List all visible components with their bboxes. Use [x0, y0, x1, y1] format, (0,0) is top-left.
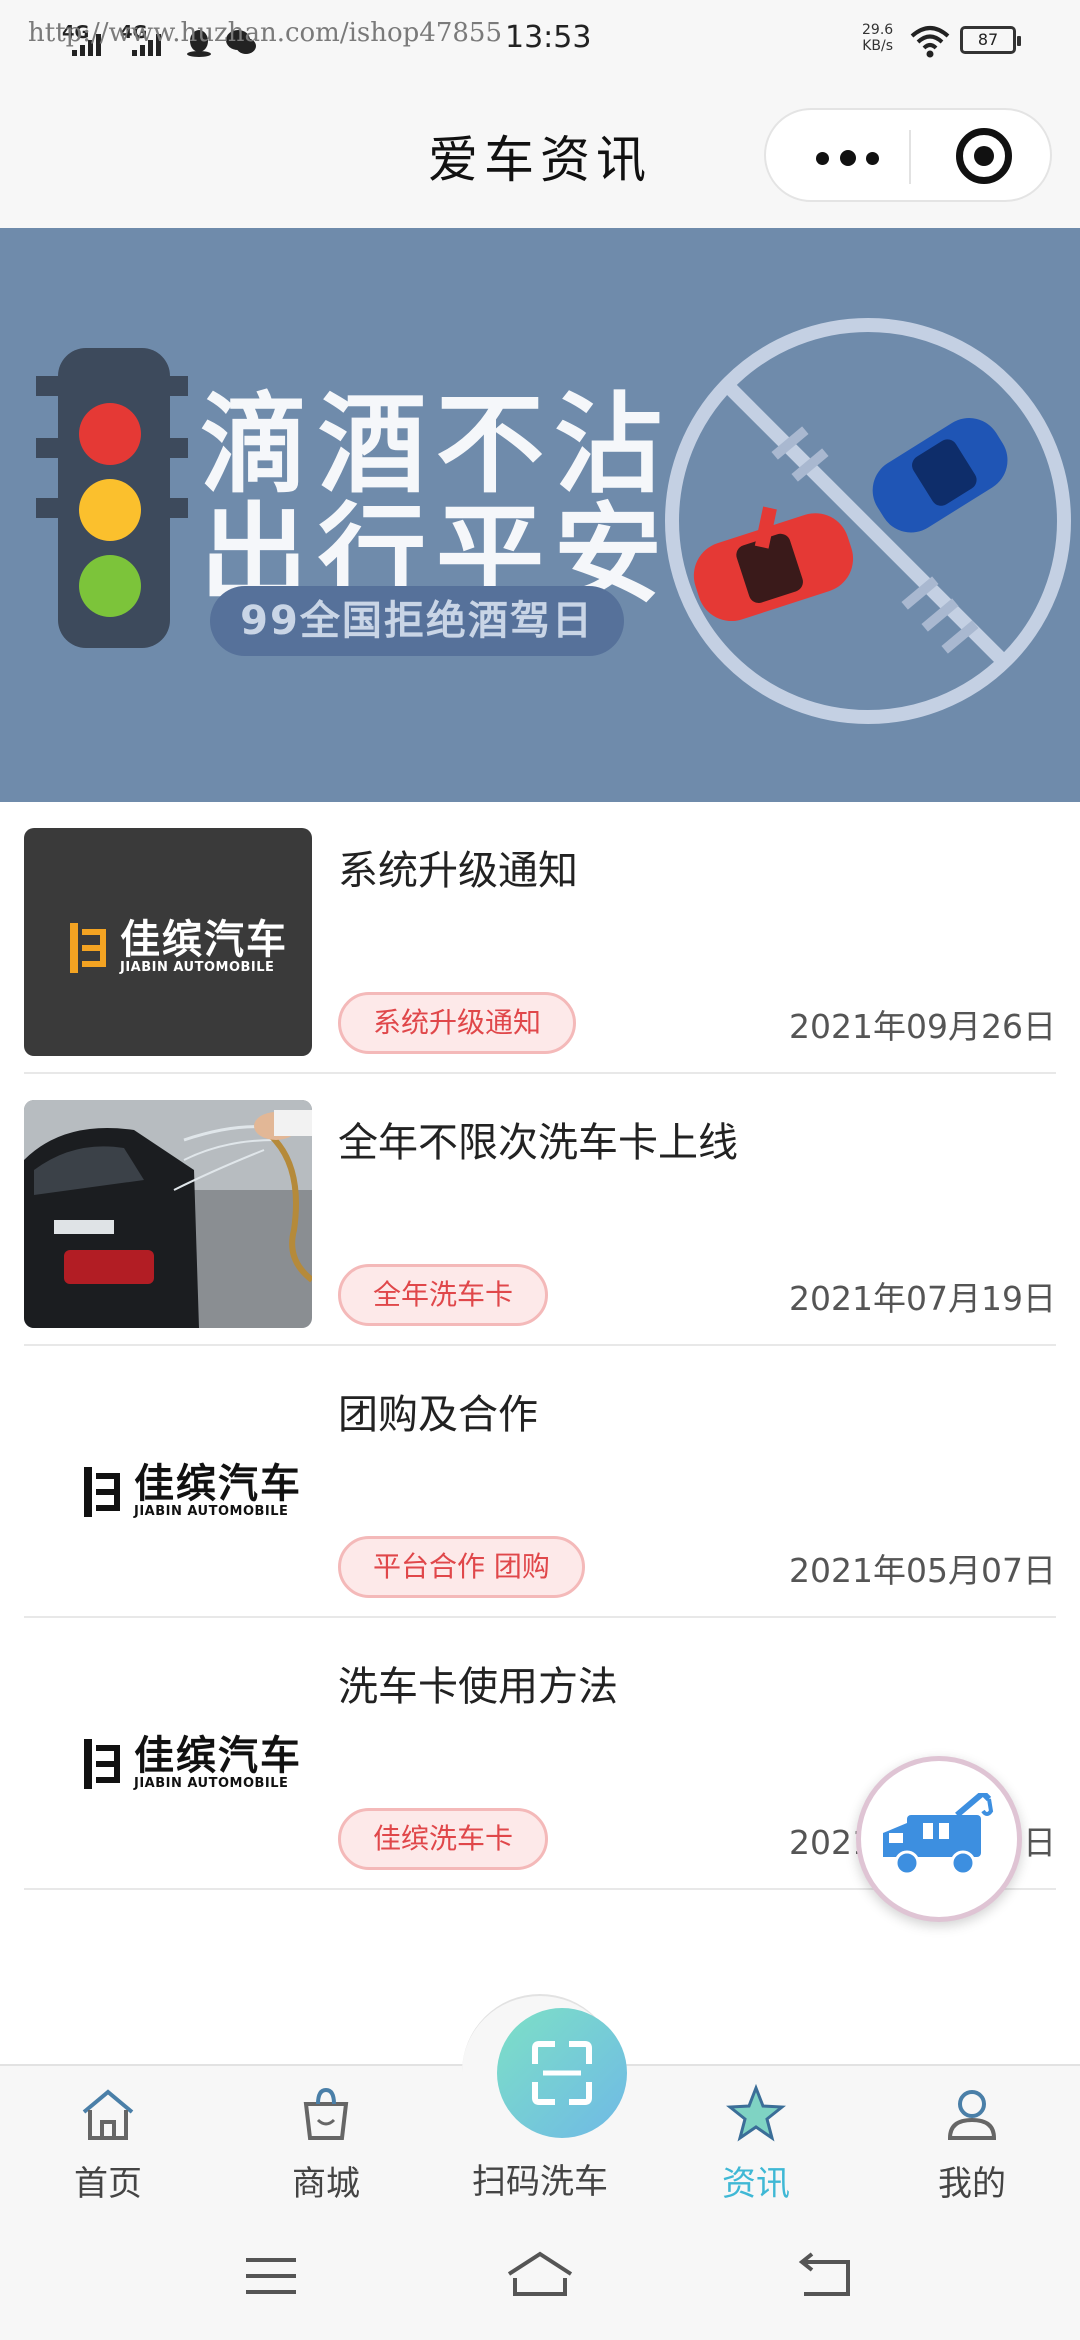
- jiabin-logo: 佳缤汽车 JIABIN AUTOMOBILE: [70, 920, 288, 976]
- system-nav-bar: [0, 2212, 1080, 2340]
- news-title: 全年不限次洗车卡上线: [338, 1120, 738, 1166]
- logo-text-en: JIABIN AUTOMOBILE: [120, 960, 275, 975]
- tab-news-label: 资讯: [722, 2164, 790, 2204]
- close-mini-program-icon[interactable]: [956, 128, 1012, 184]
- scan-icon: [532, 2041, 592, 2105]
- news-thumbnail-jiabin-logo: 佳缤汽车 JIABIN AUTOMOBILE: [24, 1372, 312, 1600]
- mini-program-capsule: [764, 108, 1052, 202]
- traffic-light-icon: [36, 348, 188, 648]
- star-icon: [726, 2084, 786, 2142]
- tow-truck-icon: [883, 1793, 994, 1876]
- news-title: 洗车卡使用方法: [338, 1664, 618, 1710]
- tow-truck-button[interactable]: [856, 1756, 1022, 1922]
- news-title: 系统升级通知: [338, 848, 578, 894]
- watermark-text: http://www.huzhan.com/ishop47855: [28, 18, 502, 48]
- tab-news[interactable]: 资讯: [676, 2066, 836, 2214]
- network-speed-unit: KB/s: [862, 38, 893, 54]
- user-icon: [947, 2090, 997, 2140]
- network-speed: 29.6 KB/s: [862, 22, 893, 54]
- jiabin-logo: 佳缤汽车 JIABIN AUTOMOBILE: [84, 1464, 302, 1520]
- clock: 13:53: [505, 20, 592, 55]
- battery-indicator: 87: [960, 26, 1021, 54]
- jiabin-logo-mark-icon: [84, 1739, 124, 1789]
- logo-text-cn: 佳缤汽车: [120, 917, 288, 963]
- jiabin-logo: 佳缤汽车 JIABIN AUTOMOBILE: [84, 1736, 302, 1792]
- news-date: 2021年05月07日: [789, 1551, 1056, 1590]
- logo-text-en: JIABIN AUTOMOBILE: [134, 1776, 289, 1791]
- logo-text-cn: 佳缤汽车: [134, 1733, 302, 1779]
- news-thumbnail-jiabin-logo: 佳缤汽车 JIABIN AUTOMOBILE: [24, 828, 312, 1056]
- news-title: 团购及合作: [338, 1392, 538, 1438]
- home-outline-icon[interactable]: [505, 2246, 575, 2306]
- tab-profile[interactable]: 我的: [892, 2066, 1052, 2214]
- logo-text-en: JIABIN AUTOMOBILE: [134, 1504, 289, 1519]
- tab-scan-wash-label: 扫码洗车: [472, 2162, 608, 2202]
- tab-mall-label: 商城: [292, 2164, 360, 2204]
- car-wash-photo: [24, 1100, 312, 1328]
- tab-home-label: 首页: [74, 2164, 142, 2204]
- tab-scan-wash[interactable]: 扫码洗车: [440, 1994, 640, 2212]
- tab-home[interactable]: 首页: [28, 2066, 188, 2214]
- news-tag: 系统升级通知: [338, 992, 577, 1054]
- news-date: 2021年07月19日: [789, 1279, 1056, 1318]
- jiabin-logo-mark-icon: [70, 923, 110, 973]
- news-tag: 平台合作 团购: [338, 1536, 585, 1598]
- status-bar: 4G 4G http://www.huzhan.com/ishop47855 1…: [0, 0, 1080, 78]
- scan-button-backdrop: [462, 1994, 627, 2150]
- shopping-bag-icon: [303, 2087, 349, 2140]
- nav-bar: 爱车资讯: [0, 78, 1080, 228]
- banner-event-pill: 99全国拒绝酒驾日: [210, 586, 624, 656]
- news-thumbnail-jiabin-logo: 佳缤汽车 JIABIN AUTOMOBILE: [24, 1644, 312, 1872]
- menu-icon[interactable]: [236, 2246, 306, 2306]
- crash-illustration: [665, 318, 1071, 724]
- network-speed-value: 29.6: [862, 22, 894, 38]
- news-item[interactable]: 佳缤汽车 JIABIN AUTOMOBILE 系统升级通知 系统升级通知 202…: [24, 802, 1056, 1074]
- news-item[interactable]: 佳缤汽车 JIABIN AUTOMOBILE 团购及合作 平台合作 团购 202…: [24, 1346, 1056, 1618]
- news-tag: 佳缤洗车卡: [338, 1808, 549, 1870]
- capsule-divider: [909, 130, 911, 184]
- tab-mall[interactable]: 商城: [246, 2066, 406, 2214]
- home-icon: [82, 2089, 134, 2140]
- news-tag: 全年洗车卡: [338, 1264, 549, 1326]
- back-icon[interactable]: [790, 2246, 860, 2306]
- jiabin-logo-mark-icon: [84, 1467, 124, 1517]
- news-thumbnail-car-wash-photo: [24, 1100, 312, 1328]
- news-date: 2021年09月26日: [789, 1007, 1056, 1046]
- scan-button[interactable]: [497, 2008, 627, 2138]
- wifi-icon: [910, 26, 950, 58]
- logo-text-cn: 佳缤汽车: [134, 1461, 302, 1507]
- tab-profile-label: 我的: [938, 2164, 1006, 2204]
- more-options-icon[interactable]: [806, 126, 898, 186]
- banner[interactable]: 滴酒不沾 出行平安 99全国拒绝酒驾日: [0, 228, 1080, 802]
- news-item[interactable]: 全年不限次洗车卡上线 全年洗车卡 2021年07月19日: [24, 1074, 1056, 1346]
